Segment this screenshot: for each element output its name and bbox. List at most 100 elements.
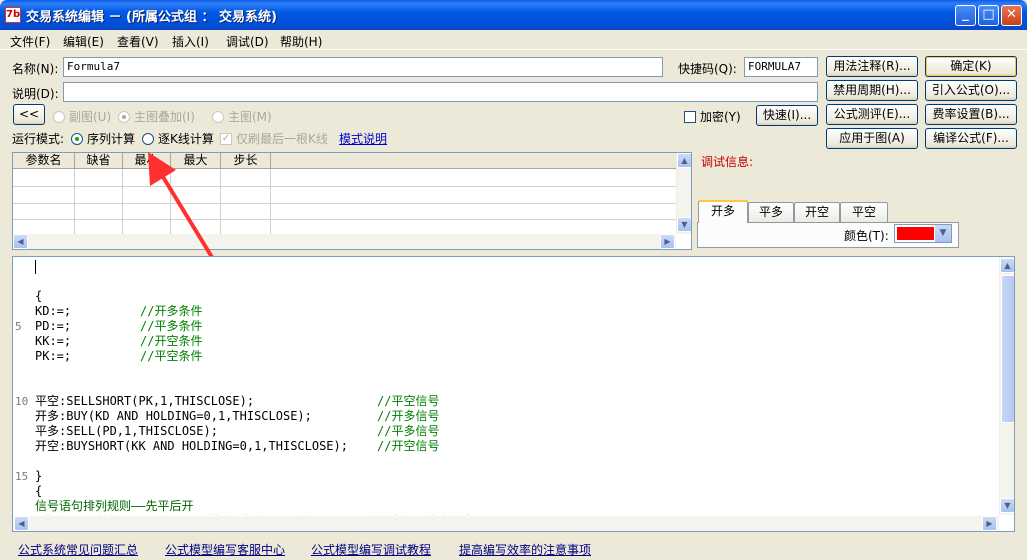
chevron-down-icon[interactable]: ▼ xyxy=(935,225,951,242)
grid-row-line xyxy=(13,203,677,204)
formula-test-button[interactable]: 公式测评(E)... xyxy=(826,104,918,125)
code-line[interactable]: { xyxy=(13,289,998,304)
code-line[interactable]: 信号语句排列规则——先平后开 xyxy=(13,499,998,514)
disable-period-button[interactable]: 禁用周期(H)... xyxy=(826,80,918,101)
code-line[interactable]: 开多:BUY(KD AND HOLDING=0,1,THISCLOSE); //开… xyxy=(13,409,998,424)
code-comment: //开空信号 xyxy=(377,439,440,453)
compile-button[interactable]: 编译公式(F)... xyxy=(925,128,1017,149)
scroll-up-icon[interactable]: ▲ xyxy=(1000,258,1014,273)
grid-row-line xyxy=(13,186,677,187)
main-overlay-radio[interactable]: 主图叠加(I) xyxy=(118,108,195,125)
menu-debug[interactable]: 调试(D) xyxy=(226,33,269,50)
usage-note-button[interactable]: 用法注释(R)... xyxy=(826,56,918,77)
efficiency-tips-link[interactable]: 提高编写效率的注意事项 xyxy=(459,541,591,558)
apply-chart-button[interactable]: 应用于图(A) xyxy=(826,128,918,149)
header-default[interactable]: 缺省 xyxy=(75,153,123,169)
code-line[interactable]: KD:=; //开多条件 xyxy=(13,304,998,319)
param-vscroll[interactable]: ▲ ▼ xyxy=(676,153,691,234)
faq-link[interactable]: 公式系统常见问题汇总 xyxy=(18,541,138,558)
code-text: 信号语句排列规则——先平后开 xyxy=(35,499,194,513)
code-line[interactable] xyxy=(13,259,998,274)
bar-calc-radio[interactable]: 逐K线计算 xyxy=(142,130,214,147)
tab-open-long[interactable]: 开多 xyxy=(698,200,748,223)
header-step[interactable]: 步长 xyxy=(221,153,271,169)
code-comment: //平空信号 xyxy=(377,394,440,408)
code-line[interactable]: 10 平空:SELLSHORT(PK,1,THISCLOSE); //平空信号 xyxy=(13,394,998,409)
code-line[interactable]: 开空:BUYSHORT(KK AND HOLDING=0,1,THISCLOSE… xyxy=(13,439,998,454)
minimize-button[interactable]: _ xyxy=(955,5,976,26)
code-line[interactable]: 5 PD:=; //平多条件 xyxy=(13,319,998,334)
grid-col-line xyxy=(220,169,221,235)
encrypt-checkbox[interactable]: 加密(Y) xyxy=(684,108,741,125)
quick-button[interactable]: 快速(I)... xyxy=(756,105,818,126)
code-text: PK:=; xyxy=(35,349,72,363)
line-number: 10 xyxy=(15,395,29,408)
support-center-link[interactable]: 公式模型编写客服中心 xyxy=(165,541,285,558)
code-line[interactable]: KK:=; //开空条件 xyxy=(13,334,998,349)
tutorial-link[interactable]: 公式模型编写调试教程 xyxy=(311,541,431,558)
code-area[interactable]: {KD:=;//开多条件 5 PD:=;//平多条件 KK:=;//开空条件 PK:=;… xyxy=(13,257,998,515)
header-min[interactable]: 最小 xyxy=(123,153,171,169)
subchart-radio[interactable]: 副图(U) xyxy=(53,108,111,125)
confirm-button[interactable]: 确定(K) xyxy=(925,56,1017,77)
code-line[interactable] xyxy=(13,379,998,394)
scroll-left-icon[interactable]: ◀ xyxy=(13,234,28,249)
scroll-thumb[interactable] xyxy=(1001,275,1014,423)
header-max[interactable]: 最大 xyxy=(171,153,221,169)
color-dropdown[interactable]: ▼ xyxy=(894,224,952,243)
code-text: 平空:SELLSHORT(PK,1,THISCLOSE); xyxy=(35,394,255,408)
main-chart-radio[interactable]: 主图(M) xyxy=(212,108,272,125)
scroll-down-icon[interactable]: ▼ xyxy=(677,217,691,232)
main-chart-label: 主图(M) xyxy=(228,110,272,124)
main-overlay-label: 主图叠加(I) xyxy=(134,110,195,124)
color-swatch xyxy=(897,227,934,240)
import-formula-button[interactable]: 引入公式(O)... xyxy=(925,80,1017,101)
name-input[interactable]: Formula7 xyxy=(63,57,663,77)
line-number: 15 xyxy=(15,470,29,483)
param-grid[interactable]: 参数名 缺省 最小 最大 步长 ▲ ▼ ◀ ▶ xyxy=(12,152,692,250)
code-line[interactable]: { xyxy=(13,484,998,499)
close-button[interactable]: ✕ xyxy=(1001,5,1022,26)
menu-help[interactable]: 帮助(H) xyxy=(280,33,322,50)
editor-hscroll[interactable]: ◀ ▶ xyxy=(13,516,999,531)
scroll-down-icon[interactable]: ▼ xyxy=(1000,498,1014,513)
tab-open-short[interactable]: 开空 xyxy=(794,202,840,222)
menu-view[interactable]: 查看(V) xyxy=(117,33,159,50)
header-param-name[interactable]: 参数名 xyxy=(13,153,75,169)
mode-help-link[interactable]: 模式说明 xyxy=(339,130,387,147)
tab-close-short[interactable]: 平空 xyxy=(840,202,888,222)
menu-file[interactable]: 文件(F) xyxy=(10,33,50,50)
code-line[interactable] xyxy=(13,454,998,469)
code-line[interactable]: 15} xyxy=(13,469,998,484)
last-bar-checkbox[interactable]: ✓ 仅刷最后一根K线 xyxy=(220,130,328,147)
encrypt-label: 加密(Y) xyxy=(700,110,741,124)
desc-input[interactable] xyxy=(63,82,818,102)
scroll-up-icon[interactable]: ▲ xyxy=(677,153,691,168)
line-number: 5 xyxy=(15,320,22,333)
code-line[interactable]: PK:=; //平空条件 xyxy=(13,349,998,364)
code-text: KD:=; xyxy=(35,304,72,318)
maximize-button[interactable]: □ xyxy=(978,5,999,26)
tab-close-long[interactable]: 平多 xyxy=(748,202,794,222)
menu-insert[interactable]: 插入(I) xyxy=(172,33,209,50)
scroll-right-icon[interactable]: ▶ xyxy=(660,234,675,249)
code-line[interactable] xyxy=(13,364,998,379)
fee-settings-button[interactable]: 费率设置(B)... xyxy=(925,104,1017,125)
scroll-right-icon[interactable]: ▶ xyxy=(982,516,997,531)
code-text: 开空:BUYSHORT(KK AND HOLDING=0,1,THISCLOSE… xyxy=(35,439,348,453)
code-line[interactable]: “费率设置”按钮——用于合理设置模型“费率”，以便在图形上正确输出如下能力信息 xyxy=(13,514,998,515)
code-text: “费率设置”按钮——用于合理设置模型“费率”，以便在图形上正确输出如下能力信息 xyxy=(35,514,474,515)
collapse-button[interactable]: << xyxy=(13,104,45,125)
code-text: 平多:SELL(PD,1,THISCLOSE); xyxy=(35,424,218,438)
sequence-calc-radio[interactable]: 序列计算 xyxy=(71,130,135,147)
editor-vscroll[interactable]: ▲ ▼ xyxy=(999,257,1014,515)
code-line[interactable]: 平多:SELL(PD,1,THISCLOSE); //平多信号 xyxy=(13,424,998,439)
run-mode-label: 运行模式: xyxy=(12,132,65,146)
code-editor[interactable]: {KD:=;//开多条件 5 PD:=;//平多条件 KK:=;//开空条件 PK:=;… xyxy=(12,256,1015,532)
code-line[interactable] xyxy=(13,274,998,289)
shortcut-input[interactable]: FORMULA7 xyxy=(744,57,818,77)
param-hscroll[interactable]: ◀ ▶ xyxy=(13,234,676,249)
menu-edit[interactable]: 编辑(E) xyxy=(63,33,104,50)
color-label: 颜色(T): xyxy=(844,229,889,243)
scroll-left-icon[interactable]: ◀ xyxy=(14,516,29,531)
